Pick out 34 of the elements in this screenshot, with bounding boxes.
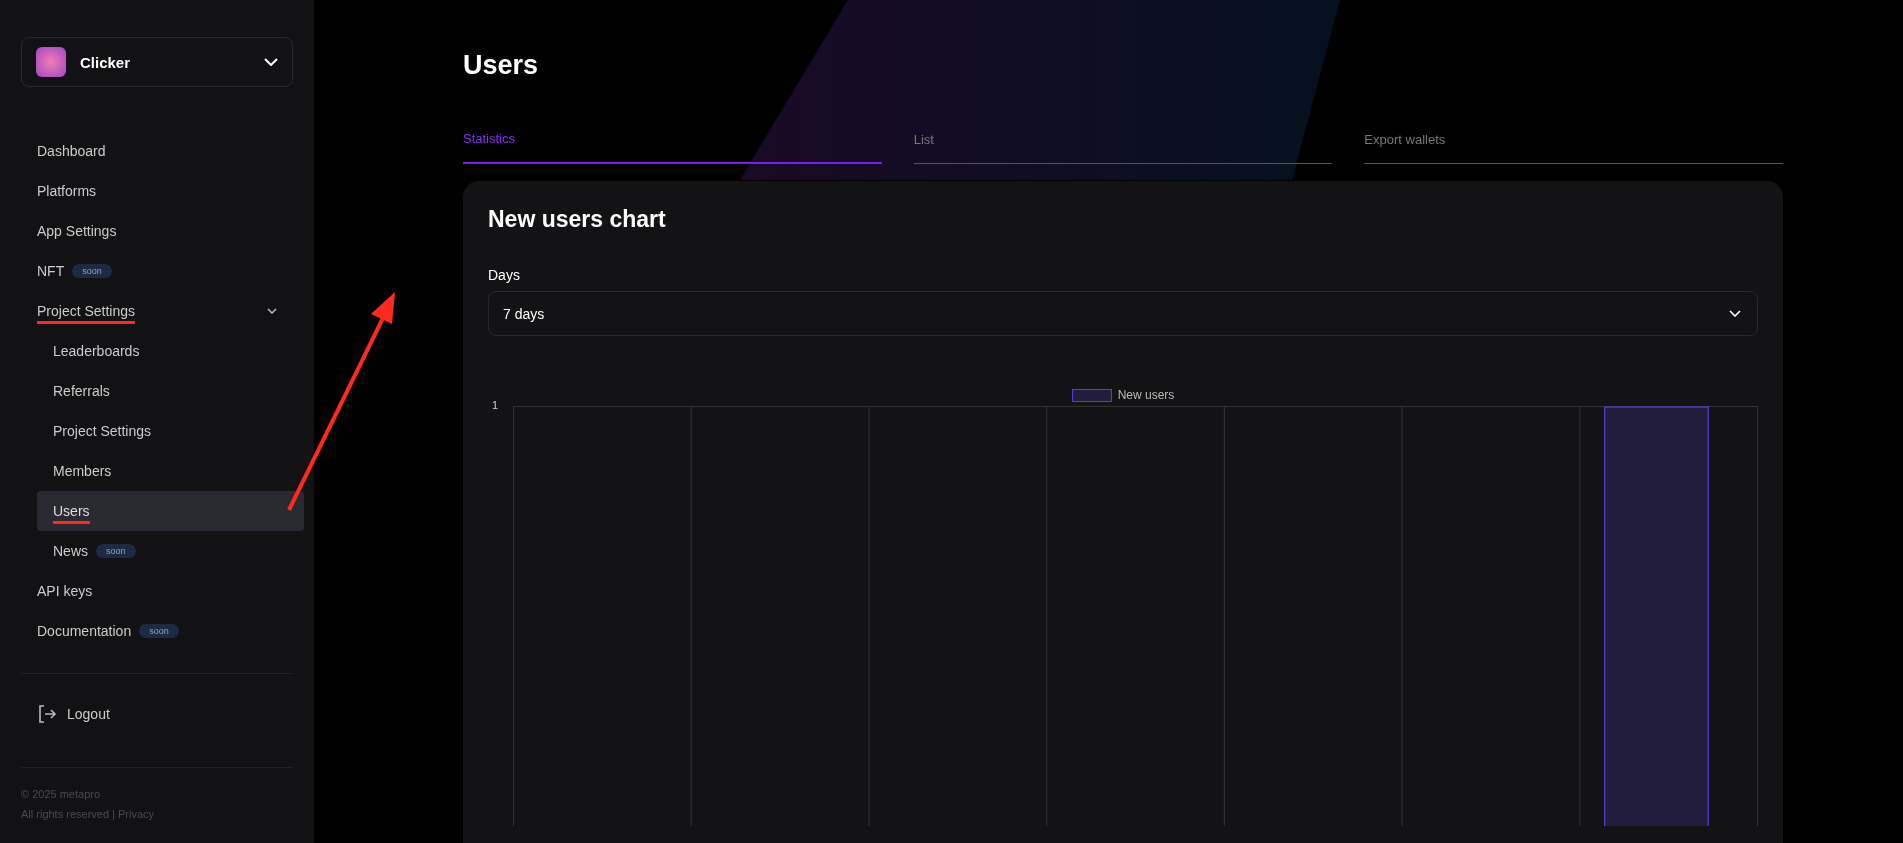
page-title: Users xyxy=(463,50,540,81)
nav-item[interactable]: Documentation soon xyxy=(37,611,293,651)
tab[interactable]: Statistics xyxy=(463,131,882,164)
app-logo-icon xyxy=(36,47,66,77)
rights-text: All rights reserved | Privacy xyxy=(21,807,156,822)
nav-item[interactable]: App Settings xyxy=(37,211,293,251)
nav-item[interactable]: Users xyxy=(37,491,304,531)
chevron-down-icon xyxy=(1729,310,1741,317)
logout-button[interactable]: Logout xyxy=(21,694,293,734)
workspace-selector[interactable]: Clicker xyxy=(21,37,293,87)
tab[interactable]: List xyxy=(913,131,1333,164)
legend-label: New users xyxy=(1117,388,1175,402)
y-tick-label: 1 xyxy=(491,399,500,413)
tab[interactable]: Export wallets xyxy=(1364,131,1783,164)
nav-item[interactable]: API keys xyxy=(37,571,293,611)
card-title: New users chart xyxy=(488,206,667,233)
soon-badge: soon xyxy=(72,264,112,278)
nav-item[interactable]: Project Settings xyxy=(37,291,293,331)
nav-item[interactable]: News soon xyxy=(37,531,304,571)
chevron-down-icon xyxy=(264,58,278,66)
nav-item[interactable]: Project Settings xyxy=(37,411,304,451)
nav-item[interactable]: Members xyxy=(37,451,304,491)
nav-item[interactable]: Referrals xyxy=(37,371,304,411)
copyright-text: © 2025 metapro xyxy=(21,787,102,802)
nav-item[interactable]: Dashboard xyxy=(37,131,293,171)
logout-icon xyxy=(37,704,57,724)
legend-swatch xyxy=(1071,388,1112,402)
nav-item[interactable]: NFT soon xyxy=(37,251,293,291)
days-select[interactable]: 7 days xyxy=(488,291,1758,336)
nav-item[interactable]: Leaderboards xyxy=(37,331,304,371)
soon-badge: soon xyxy=(96,544,136,558)
nav-item[interactable]: Platforms xyxy=(37,171,293,211)
field-label: Days xyxy=(488,267,521,283)
soon-badge: soon xyxy=(139,624,179,638)
